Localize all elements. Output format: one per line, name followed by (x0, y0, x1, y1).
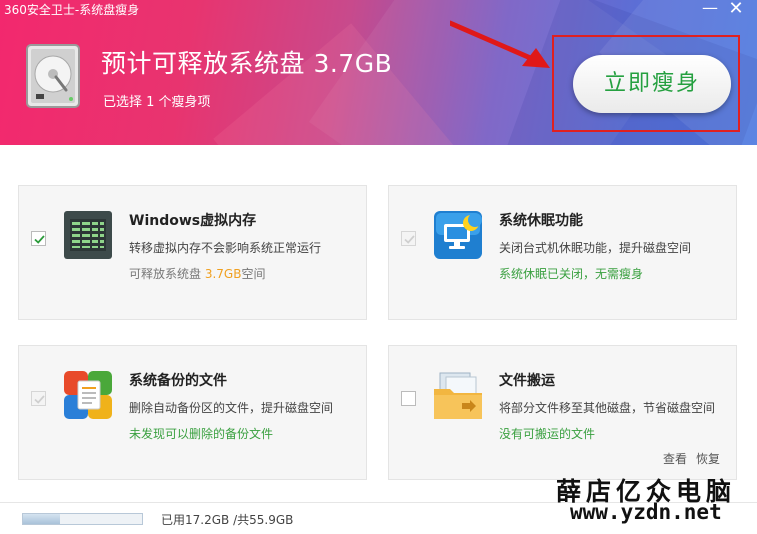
watermark-url: www.yzdn.net (570, 500, 722, 524)
disk-usage-bar (22, 513, 143, 525)
card-title: 系统备份的文件 (129, 373, 227, 389)
card-title: 文件搬运 (499, 373, 555, 389)
checkbox[interactable] (31, 231, 46, 246)
slim-now-button[interactable]: 立即瘦身 (573, 55, 731, 113)
disk-usage-fill (23, 514, 60, 524)
virtual-memory-icon (64, 211, 112, 259)
card-description: 删除自动备份区的文件，提升磁盘空间 (129, 401, 334, 415)
header-banner: 360安全卫士-系统盘瘦身 — ✕ 预计可释放系统盘 3.7GB 已选择 1 个… (0, 0, 757, 145)
card-title: Windows虚拟内存 (129, 213, 257, 229)
restore-link[interactable]: 恢复 (696, 452, 720, 466)
checkbox[interactable] (31, 391, 46, 406)
disk-usage-text: 已用17.2GB /共55.9GB (161, 513, 294, 527)
view-link[interactable]: 查看 (663, 452, 687, 466)
info-suffix: 空间 (241, 267, 266, 281)
info-prefix: 可释放系统盘 (129, 267, 205, 281)
window-title: 360安全卫士-系统盘瘦身 (4, 3, 140, 17)
card-description: 关闭台式机休眠功能，提升磁盘空间 (499, 241, 692, 255)
card-status: 未发现可以删除的备份文件 (129, 427, 274, 441)
card-description: 转移虚拟内存不会影响系统正常运行 (129, 241, 322, 255)
card-status: 没有可搬运的文件 (499, 427, 596, 441)
hibernate-icon (434, 211, 482, 259)
selected-count: 已选择 1 个瘦身项 (103, 95, 211, 110)
close-button[interactable]: ✕ (726, 0, 746, 19)
page-title: 预计可释放系统盘 3.7GB (101, 49, 393, 78)
card-hibernate[interactable]: 系统休眠功能 关闭台式机休眠功能，提升磁盘空间 系统休眠已关闭，无需瘦身 (388, 185, 737, 320)
file-move-icon (434, 371, 482, 419)
card-status: 系统休眠已关闭，无需瘦身 (499, 267, 644, 281)
checkbox[interactable] (401, 231, 416, 246)
card-backup-files[interactable]: 系统备份的文件 删除自动备份区的文件，提升磁盘空间 未发现可以删除的备份文件 (18, 345, 367, 480)
checkbox[interactable] (401, 391, 416, 406)
card-title: 系统休眠功能 (499, 213, 583, 229)
card-links: 查看 恢复 (663, 450, 729, 467)
card-virtual-memory[interactable]: Windows虚拟内存 转移虚拟内存不会影响系统正常运行 可释放系统盘 3.7G… (18, 185, 367, 320)
card-info: 可释放系统盘 3.7GB空间 (129, 265, 265, 282)
hard-drive-icon (26, 44, 80, 112)
releasable-size: 3.7GB (204, 267, 242, 281)
arrow-annotation-icon (447, 20, 560, 79)
card-description: 将部分文件移至其他磁盘，节省磁盘空间 (499, 401, 716, 415)
backup-files-icon (64, 371, 112, 419)
minimize-button[interactable]: — (700, 0, 720, 17)
